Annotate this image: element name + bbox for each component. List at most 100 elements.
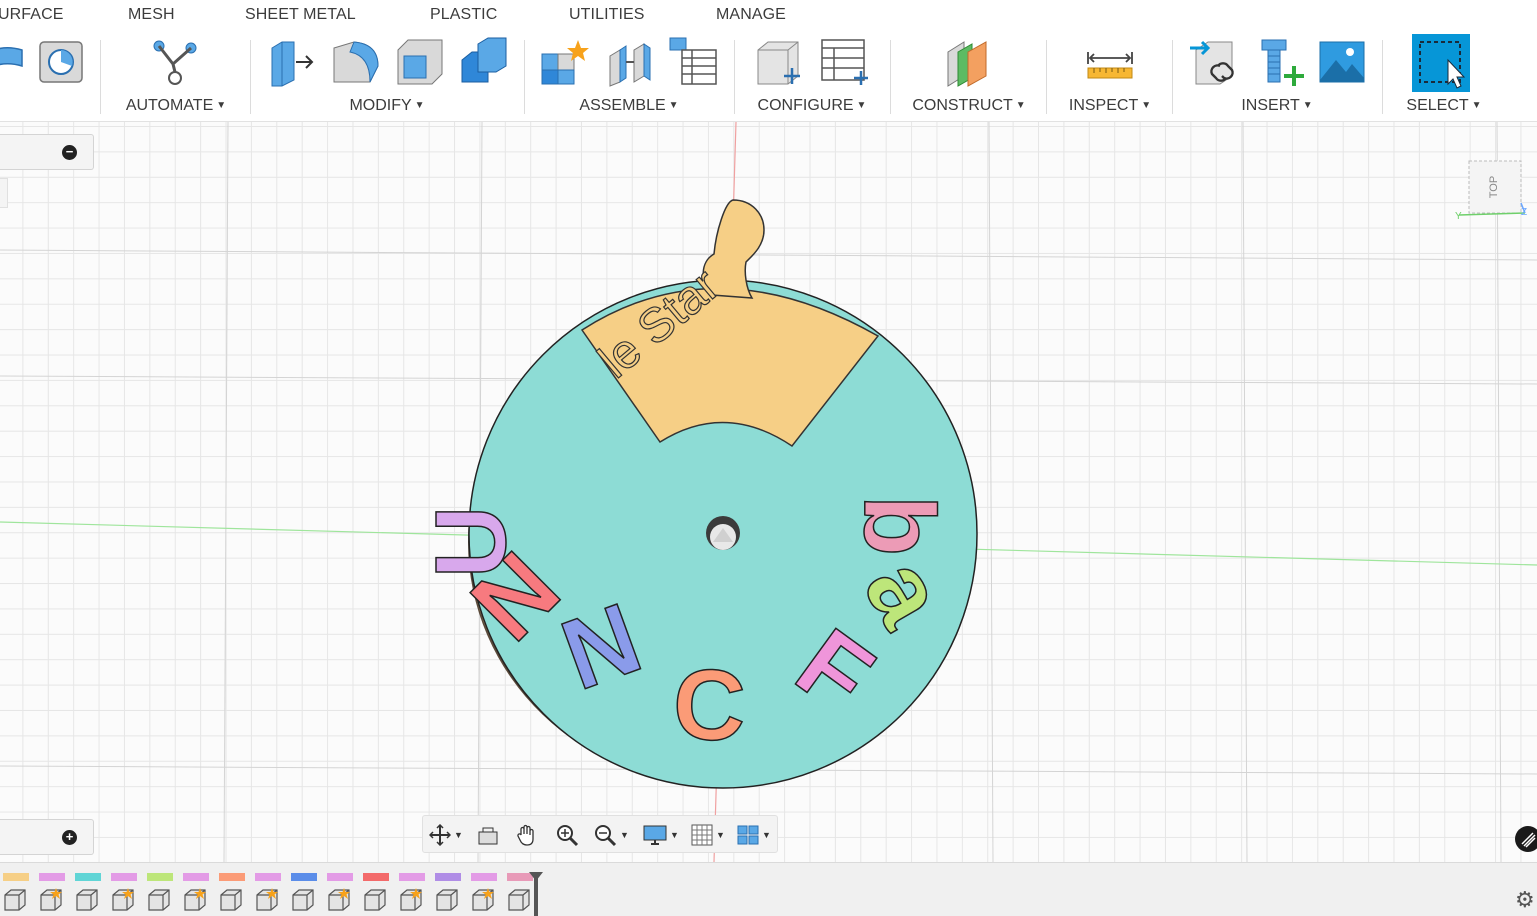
- hand-icon: [517, 824, 534, 846]
- browser-tab-edge[interactable]: [0, 178, 8, 208]
- timeline-feature[interactable]: [0, 873, 30, 913]
- tab-mesh[interactable]: MESH: [128, 6, 175, 24]
- insert-label[interactable]: INSERT ▼: [1174, 97, 1380, 115]
- canvas-viewport[interactable]: le Star U N N C F a b: [0, 122, 1537, 862]
- navigation-bar: ▼ ▼ ▼ ▼ ▼: [422, 815, 778, 853]
- combine-icon[interactable]: [458, 36, 510, 88]
- letter-c: C: [671, 648, 747, 762]
- viewcube-top-label: TOP: [1488, 176, 1500, 198]
- tab-sheet-metal[interactable]: SHEET METAL: [245, 6, 356, 24]
- timeline-feature[interactable]: [396, 873, 426, 913]
- tab-surface[interactable]: URFACE: [0, 6, 64, 24]
- fusion-app: URFACE MESH SHEET METAL PLASTIC UTILITIE…: [0, 0, 1537, 916]
- grid-overlay: le Star U N N C F a b: [0, 122, 1537, 862]
- letter-u: U: [415, 506, 527, 578]
- configure-table-icon[interactable]: [818, 36, 870, 88]
- timeline-feature[interactable]: [432, 873, 462, 913]
- new-component-feature-icon: [40, 888, 62, 911]
- press-pull-icon[interactable]: [266, 36, 318, 88]
- gear-icon[interactable]: ⚙: [1515, 887, 1535, 913]
- letter-n-1: N: [450, 531, 580, 661]
- timeline-feature[interactable]: [360, 873, 390, 913]
- insert-derive-icon[interactable]: [1188, 36, 1240, 88]
- comments-panel[interactable]: +: [0, 819, 94, 855]
- timeline-feature[interactable]: [216, 873, 246, 913]
- inspect-label[interactable]: INSPECT ▼: [1048, 97, 1172, 115]
- timeline-feature[interactable]: [468, 873, 498, 913]
- assemble-label[interactable]: ASSEMBLE ▼: [526, 97, 732, 115]
- timeline-marker[interactable]: [529, 872, 543, 916]
- construct-label[interactable]: CONSTRUCT ▼: [892, 97, 1046, 115]
- configure-part-icon[interactable]: [754, 36, 806, 88]
- expand-icon[interactable]: +: [62, 830, 77, 845]
- letter-a: a: [843, 540, 968, 645]
- toolbar: AUTOMATE ▼ MODIFY ▼ ASSEMBLE ▼ CONFIGURE…: [0, 30, 1537, 122]
- toolbar-tabs: URFACE MESH SHEET METAL PLASTIC UTILITIE…: [0, 0, 1537, 30]
- tab-plastic[interactable]: PLASTIC: [430, 6, 497, 24]
- insert-canvas-icon[interactable]: [1316, 36, 1368, 88]
- timeline-feature[interactable]: [36, 873, 66, 913]
- extrude-feature-icon: [508, 889, 530, 911]
- inspect-group: INSPECT ▼: [1048, 30, 1172, 122]
- svg-text:Z: Z: [1521, 207, 1527, 218]
- pan-button[interactable]: [515, 822, 539, 848]
- timeline-feature[interactable]: [288, 873, 318, 913]
- measure-icon[interactable]: [1084, 36, 1136, 88]
- automate-group: AUTOMATE ▼: [103, 30, 249, 122]
- timeline-feature[interactable]: [252, 873, 282, 913]
- configure-label[interactable]: CONFIGURE ▼: [736, 97, 888, 115]
- dial-inner-text: le Star: [589, 259, 729, 389]
- viewports-button[interactable]: ▼: [737, 822, 771, 848]
- automate-icon[interactable]: [149, 36, 201, 88]
- marker-tool-button[interactable]: [1515, 826, 1537, 852]
- orbit-button[interactable]: ▼: [429, 822, 463, 848]
- new-component-feature-icon: [400, 888, 422, 911]
- select-icon[interactable]: [1412, 34, 1470, 92]
- select-label[interactable]: SELECT ▼: [1384, 97, 1504, 115]
- zoom-window-icon: [595, 825, 617, 847]
- tab-manage[interactable]: MANAGE: [716, 6, 786, 24]
- look-at-button[interactable]: [477, 822, 499, 848]
- zoom-icon: [557, 825, 579, 847]
- new-component-feature-icon: [472, 888, 494, 911]
- viewports-icon: [737, 825, 759, 845]
- letter-n-2: N: [548, 582, 654, 712]
- tab-utilities[interactable]: UTILITIES: [569, 6, 645, 24]
- new-component-icon[interactable]: [538, 36, 590, 88]
- collapse-icon[interactable]: −: [62, 145, 77, 160]
- timeline-feature[interactable]: [72, 873, 102, 913]
- extrude-feature-icon: [220, 889, 242, 911]
- joint-icon[interactable]: [604, 36, 656, 88]
- viewcube[interactable]: TOP Y Z: [1455, 155, 1535, 225]
- timeline-feature[interactable]: [144, 873, 174, 913]
- timeline-feature[interactable]: [324, 873, 354, 913]
- grid-settings-button[interactable]: ▼: [691, 822, 725, 848]
- surface-patch-icon[interactable]: [36, 36, 88, 88]
- letter-b: b: [843, 495, 955, 556]
- timeline-feature[interactable]: [180, 873, 210, 913]
- insert-mcmaster-icon[interactable]: [1254, 36, 1306, 88]
- dial-model[interactable]: le Star U N N C F a b: [414, 199, 978, 789]
- svg-text:Y: Y: [1455, 211, 1462, 222]
- new-component-feature-icon: [184, 888, 206, 911]
- offset-plane-icon[interactable]: [942, 36, 994, 88]
- shell-icon[interactable]: [394, 36, 446, 88]
- display-settings-button[interactable]: ▼: [643, 822, 679, 848]
- extrude-feature-icon: [148, 889, 170, 911]
- bom-table-icon[interactable]: [668, 36, 720, 88]
- look-at-icon: [478, 827, 498, 845]
- new-component-feature-icon: [256, 888, 278, 911]
- modify-label[interactable]: MODIFY ▼: [252, 97, 522, 115]
- browser-panel[interactable]: −: [0, 134, 94, 170]
- zoom-button[interactable]: [555, 822, 579, 848]
- surface-extrude-icon[interactable]: [0, 36, 34, 88]
- configure-group: CONFIGURE ▼: [736, 30, 888, 122]
- automate-label[interactable]: AUTOMATE ▼: [103, 97, 249, 115]
- zoom-window-button[interactable]: ▼: [593, 822, 629, 848]
- pen-icon: [1521, 832, 1536, 848]
- construct-group: CONSTRUCT ▼: [892, 30, 1046, 122]
- fillet-icon[interactable]: [330, 36, 382, 88]
- timeline-feature[interactable]: [108, 873, 138, 913]
- assemble-group: ASSEMBLE ▼: [526, 30, 732, 122]
- extrude-feature-icon: [76, 889, 98, 911]
